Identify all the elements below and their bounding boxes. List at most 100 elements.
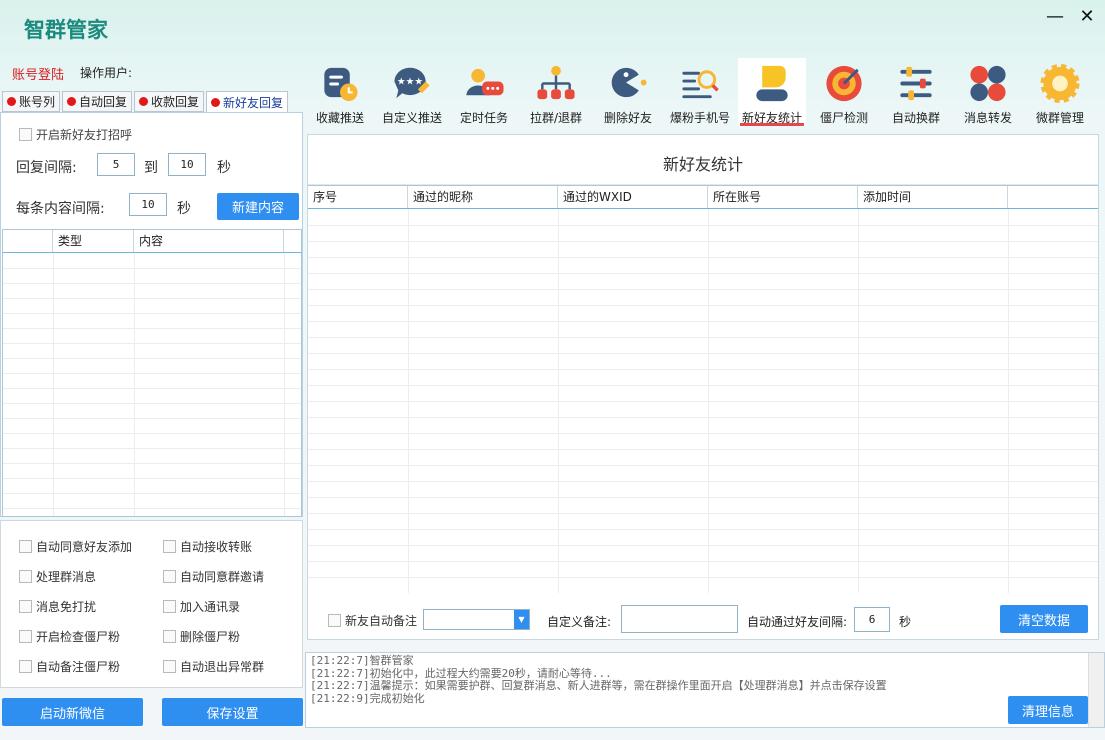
option-checkbox[interactable]	[163, 630, 176, 643]
left-tab-bar: 账号列 自动回复 收款回复 新好友回复	[2, 91, 289, 114]
greet-content-table: 类型 内容	[2, 229, 302, 517]
auto-switch-group-icon	[900, 66, 932, 101]
log-panel: [21:22:7]智群管家 [21:22:7]初始化中，此过程大约需要20秒，请…	[305, 652, 1105, 728]
column-header-wxid: 通过的WXID	[558, 186, 708, 208]
option-exit-abnormal-group[interactable]: 自动退出异常群	[163, 658, 264, 675]
toolbar-zombie-detect[interactable]: 僵尸检测	[810, 58, 878, 126]
empty-table-grid	[308, 209, 1098, 593]
option-checkbox[interactable]	[163, 660, 176, 673]
toolbar-label: 拉群/退群	[529, 111, 583, 125]
status-dot-icon	[7, 97, 16, 106]
toolbar-label: 微群管理	[1035, 111, 1084, 125]
toolbar-custom-push[interactable]: ★★★ 自定义推送	[378, 58, 446, 126]
status-dot-icon	[211, 98, 221, 107]
toolbar-label: 自动换群	[891, 111, 940, 125]
option-delete-zombie[interactable]: 删除僵尸粉	[163, 628, 240, 645]
each-interval-label: 每条内容间隔:	[16, 201, 105, 217]
log-line: [21:22:7]智群管家	[310, 654, 414, 667]
toolbar-label: 爆粉手机号	[669, 111, 730, 125]
option-checkbox[interactable]	[163, 540, 176, 553]
remark-dropdown[interactable]: ▼	[423, 609, 530, 630]
toolbar-new-friend-stats[interactable]: 新好友统计	[738, 58, 806, 126]
toolbar-group-pull[interactable]: 拉群/退群	[522, 58, 590, 126]
tab-account-list[interactable]: 账号列	[2, 91, 61, 112]
toolbar-scheduled-task[interactable]: 定时任务	[450, 58, 518, 126]
option-auto-accept-friend[interactable]: 自动同意好友添加	[19, 538, 132, 555]
new-friend-reply-panel: 开启新好友打招呼 回复间隔: 5 到 10 秒 每条内容间隔: 10 秒 新建内…	[0, 112, 303, 517]
panel-title: 新好友统计	[308, 135, 1098, 185]
clear-data-button[interactable]: 清空数据	[1000, 605, 1088, 633]
custom-remark-label: 自定义备注:	[547, 615, 612, 629]
enable-greet-option[interactable]: 开启新好友打招呼	[19, 126, 132, 143]
column-header-time: 添加时间	[858, 186, 1008, 208]
options-panel: 自动同意好友添加 自动接收转账 处理群消息 自动同意群邀请 消息免打扰 加入通讯…	[0, 520, 303, 688]
custom-remark-input[interactable]	[621, 605, 738, 633]
auto-pass-interval-label: 自动通过好友间隔:	[747, 615, 848, 629]
tab-auto-reply[interactable]: 自动回复	[62, 91, 133, 112]
option-remark-zombie[interactable]: 自动备注僵尸粉	[19, 658, 120, 675]
option-mute-messages[interactable]: 消息免打扰	[19, 598, 96, 615]
toolbar-delete-friend[interactable]: 删除好友	[594, 58, 662, 126]
tab-new-friend-reply[interactable]: 新好友回复	[206, 91, 289, 114]
auto-remark-checkbox[interactable]	[328, 614, 341, 627]
new-friend-stats-icon	[756, 65, 788, 102]
auto-pass-interval-input[interactable]: 6	[854, 607, 890, 632]
svg-text:★★★: ★★★	[397, 76, 424, 87]
table-header: 序号 通过的昵称 通过的WXID 所在账号 添加时间	[308, 186, 1098, 209]
column-header-type: 类型	[53, 230, 134, 252]
to-label: 到	[144, 160, 158, 176]
enable-greet-checkbox[interactable]	[19, 128, 32, 141]
option-add-contacts[interactable]: 加入通讯录	[163, 598, 240, 615]
option-checkbox[interactable]	[19, 540, 32, 553]
toolbar-label: 消息转发	[963, 111, 1012, 125]
reply-interval-label: 回复间隔:	[16, 160, 77, 176]
toolbar-phone-search[interactable]: 爆粉手机号	[666, 58, 734, 126]
option-handle-group-msg[interactable]: 处理群消息	[19, 568, 96, 585]
log-line: [21:22:7]温馨提示：如果需要护群、回复群消息、新人进群等，需在群操作里面…	[310, 679, 887, 692]
toolbar-group-manage[interactable]: 微群管理	[1026, 58, 1094, 126]
seconds-label-2: 秒	[177, 201, 191, 217]
chevron-down-icon[interactable]: ▼	[514, 610, 529, 629]
interval-from-input[interactable]: 5	[97, 153, 135, 176]
option-checkbox[interactable]	[163, 570, 176, 583]
scheduled-task-icon	[466, 68, 504, 96]
seconds-label: 秒	[217, 160, 231, 176]
option-checkbox[interactable]	[19, 630, 32, 643]
close-button[interactable]: ✕	[1078, 8, 1096, 26]
minimize-button[interactable]: —	[1046, 8, 1064, 26]
toolbar-favorite-push[interactable]: 收藏推送	[306, 58, 374, 126]
new-friend-stats-panel: 新好友统计 序号 通过的昵称 通过的WXID 所在账号 添加时间 新友自动备注 …	[307, 134, 1099, 640]
option-checkbox[interactable]	[19, 660, 32, 673]
option-check-zombie[interactable]: 开启检查僵尸粉	[19, 628, 120, 645]
toolbar-message-forward[interactable]: 消息转发	[954, 58, 1022, 126]
new-friend-table: 序号 通过的昵称 通过的WXID 所在账号 添加时间	[308, 185, 1098, 593]
option-auto-receive-transfer[interactable]: 自动接收转账	[163, 538, 252, 555]
column-header-extra	[1008, 186, 1096, 208]
start-wechat-button[interactable]: 启动新微信	[2, 698, 143, 726]
seconds-label-3: 秒	[899, 615, 912, 629]
option-checkbox[interactable]	[163, 600, 176, 613]
toolbar-auto-switch-group[interactable]: 自动换群	[882, 58, 950, 126]
column-header	[3, 230, 53, 252]
delete-friend-icon	[611, 67, 647, 98]
log-line: [21:22:9]完成初始化	[310, 691, 425, 705]
new-content-button[interactable]: 新建内容	[217, 193, 299, 220]
account-login-link[interactable]: 账号登陆	[12, 64, 64, 83]
interval-to-input[interactable]: 10	[168, 153, 206, 176]
zombie-detect-icon	[826, 65, 862, 102]
option-auto-accept-group-invite[interactable]: 自动同意群邀请	[163, 568, 264, 585]
tab-payment-reply[interactable]: 收款回复	[134, 91, 205, 112]
option-checkbox[interactable]	[19, 570, 32, 583]
clear-log-button[interactable]: 清理信息	[1008, 696, 1088, 724]
option-checkbox[interactable]	[19, 600, 32, 613]
toolbar-label: 自定义推送	[381, 111, 442, 125]
toolbar-label: 删除好友	[603, 111, 652, 125]
log-scrollbar[interactable]	[1088, 653, 1104, 727]
favorite-push-icon	[324, 67, 358, 102]
save-settings-button[interactable]: 保存设置	[162, 698, 303, 726]
each-interval-input[interactable]: 10	[129, 193, 167, 216]
message-forward-icon	[970, 65, 1006, 102]
status-dot-icon	[67, 97, 77, 106]
toolbar-label: 僵尸检测	[819, 111, 868, 125]
auto-remark-option[interactable]: 新友自动备注	[328, 612, 417, 629]
